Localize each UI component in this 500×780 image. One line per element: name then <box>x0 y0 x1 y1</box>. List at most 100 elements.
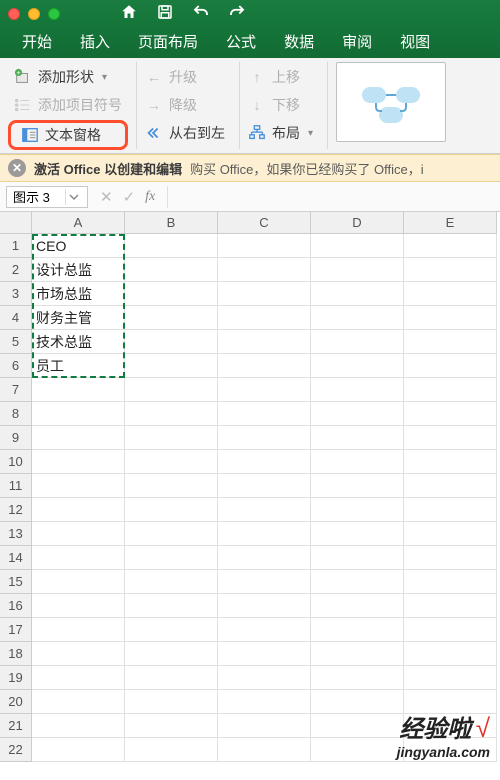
save-icon[interactable] <box>156 3 174 26</box>
cell[interactable] <box>125 474 218 498</box>
tab-insert[interactable]: 插入 <box>66 25 124 58</box>
cell[interactable] <box>404 306 497 330</box>
cell[interactable] <box>32 642 125 666</box>
row-header[interactable]: 16 <box>0 594 32 618</box>
cell[interactable] <box>404 402 497 426</box>
cell[interactable] <box>404 234 497 258</box>
cell[interactable] <box>125 330 218 354</box>
cell[interactable]: 员工 <box>32 354 125 378</box>
cell[interactable] <box>311 666 404 690</box>
add-shape-button[interactable]: + 添加形状 ▾ <box>8 64 128 90</box>
cell[interactable] <box>218 498 311 522</box>
row-header[interactable]: 6 <box>0 354 32 378</box>
row-header[interactable]: 9 <box>0 426 32 450</box>
demote-button[interactable]: → 降级 <box>139 92 231 118</box>
cell[interactable] <box>125 666 218 690</box>
cell[interactable] <box>218 426 311 450</box>
cell[interactable] <box>311 450 404 474</box>
cell[interactable] <box>125 522 218 546</box>
row-header[interactable]: 8 <box>0 402 32 426</box>
row-header[interactable]: 21 <box>0 714 32 738</box>
tab-pagelayout[interactable]: 页面布局 <box>124 25 212 58</box>
home-icon[interactable] <box>120 3 138 26</box>
confirm-icon[interactable]: ✓ <box>123 188 136 206</box>
cell[interactable] <box>311 378 404 402</box>
cell[interactable] <box>311 714 404 738</box>
cell[interactable] <box>125 690 218 714</box>
smartart-gallery[interactable] <box>336 62 446 142</box>
cell[interactable] <box>125 402 218 426</box>
cell[interactable] <box>218 258 311 282</box>
close-icon[interactable] <box>8 8 20 20</box>
row-header[interactable]: 5 <box>0 330 32 354</box>
cell[interactable] <box>404 570 497 594</box>
cell[interactable] <box>218 738 311 762</box>
cell[interactable] <box>218 714 311 738</box>
cell[interactable] <box>32 378 125 402</box>
cell[interactable] <box>311 618 404 642</box>
cell[interactable] <box>218 594 311 618</box>
row-header[interactable]: 20 <box>0 690 32 714</box>
cell[interactable]: 设计总监 <box>32 258 125 282</box>
tab-data[interactable]: 数据 <box>270 25 328 58</box>
column-header[interactable]: B <box>125 212 218 234</box>
cell[interactable] <box>404 618 497 642</box>
cell[interactable] <box>218 642 311 666</box>
cell[interactable] <box>125 738 218 762</box>
row-header[interactable]: 14 <box>0 546 32 570</box>
cell[interactable] <box>125 306 218 330</box>
formula-input[interactable] <box>167 186 500 208</box>
cell[interactable] <box>125 234 218 258</box>
cell[interactable] <box>404 258 497 282</box>
cell[interactable] <box>404 330 497 354</box>
cell[interactable] <box>218 450 311 474</box>
cell[interactable] <box>311 546 404 570</box>
cell[interactable] <box>311 690 404 714</box>
redo-icon[interactable] <box>228 3 246 26</box>
cell[interactable] <box>311 738 404 762</box>
cell[interactable] <box>125 642 218 666</box>
tab-formulas[interactable]: 公式 <box>212 25 270 58</box>
row-header[interactable]: 13 <box>0 522 32 546</box>
cell[interactable] <box>32 666 125 690</box>
row-header[interactable]: 7 <box>0 378 32 402</box>
cell[interactable] <box>125 570 218 594</box>
cell[interactable] <box>404 642 497 666</box>
cell[interactable] <box>218 522 311 546</box>
cell[interactable]: 技术总监 <box>32 330 125 354</box>
select-all-corner[interactable] <box>0 212 32 234</box>
cell[interactable]: CEO <box>32 234 125 258</box>
name-box[interactable]: 图示 3 <box>6 186 88 208</box>
cell[interactable] <box>125 714 218 738</box>
maximize-icon[interactable] <box>48 8 60 20</box>
tab-review[interactable]: 审阅 <box>328 25 386 58</box>
undo-icon[interactable] <box>192 3 210 26</box>
tab-view[interactable]: 视图 <box>386 25 444 58</box>
cell[interactable] <box>404 546 497 570</box>
cell[interactable] <box>311 426 404 450</box>
row-header[interactable]: 22 <box>0 738 32 762</box>
cell[interactable] <box>311 330 404 354</box>
add-bullet-button[interactable]: 添加项目符号 <box>8 92 128 118</box>
cell[interactable] <box>125 282 218 306</box>
cell[interactable] <box>125 450 218 474</box>
row-header[interactable]: 17 <box>0 618 32 642</box>
text-pane-button[interactable]: 文本窗格 <box>8 120 128 150</box>
row-header[interactable]: 12 <box>0 498 32 522</box>
row-header[interactable]: 11 <box>0 474 32 498</box>
cell[interactable] <box>311 570 404 594</box>
cell[interactable] <box>125 258 218 282</box>
cell[interactable] <box>218 474 311 498</box>
row-header[interactable]: 3 <box>0 282 32 306</box>
cell[interactable] <box>404 474 497 498</box>
cell[interactable] <box>218 378 311 402</box>
cell[interactable] <box>311 522 404 546</box>
close-warning-button[interactable]: ✕ <box>8 159 26 177</box>
cell[interactable] <box>218 306 311 330</box>
cell[interactable] <box>32 402 125 426</box>
row-header[interactable]: 1 <box>0 234 32 258</box>
promote-button[interactable]: ← 升级 <box>139 64 231 90</box>
cell[interactable] <box>311 258 404 282</box>
row-header[interactable]: 4 <box>0 306 32 330</box>
cell[interactable] <box>218 690 311 714</box>
